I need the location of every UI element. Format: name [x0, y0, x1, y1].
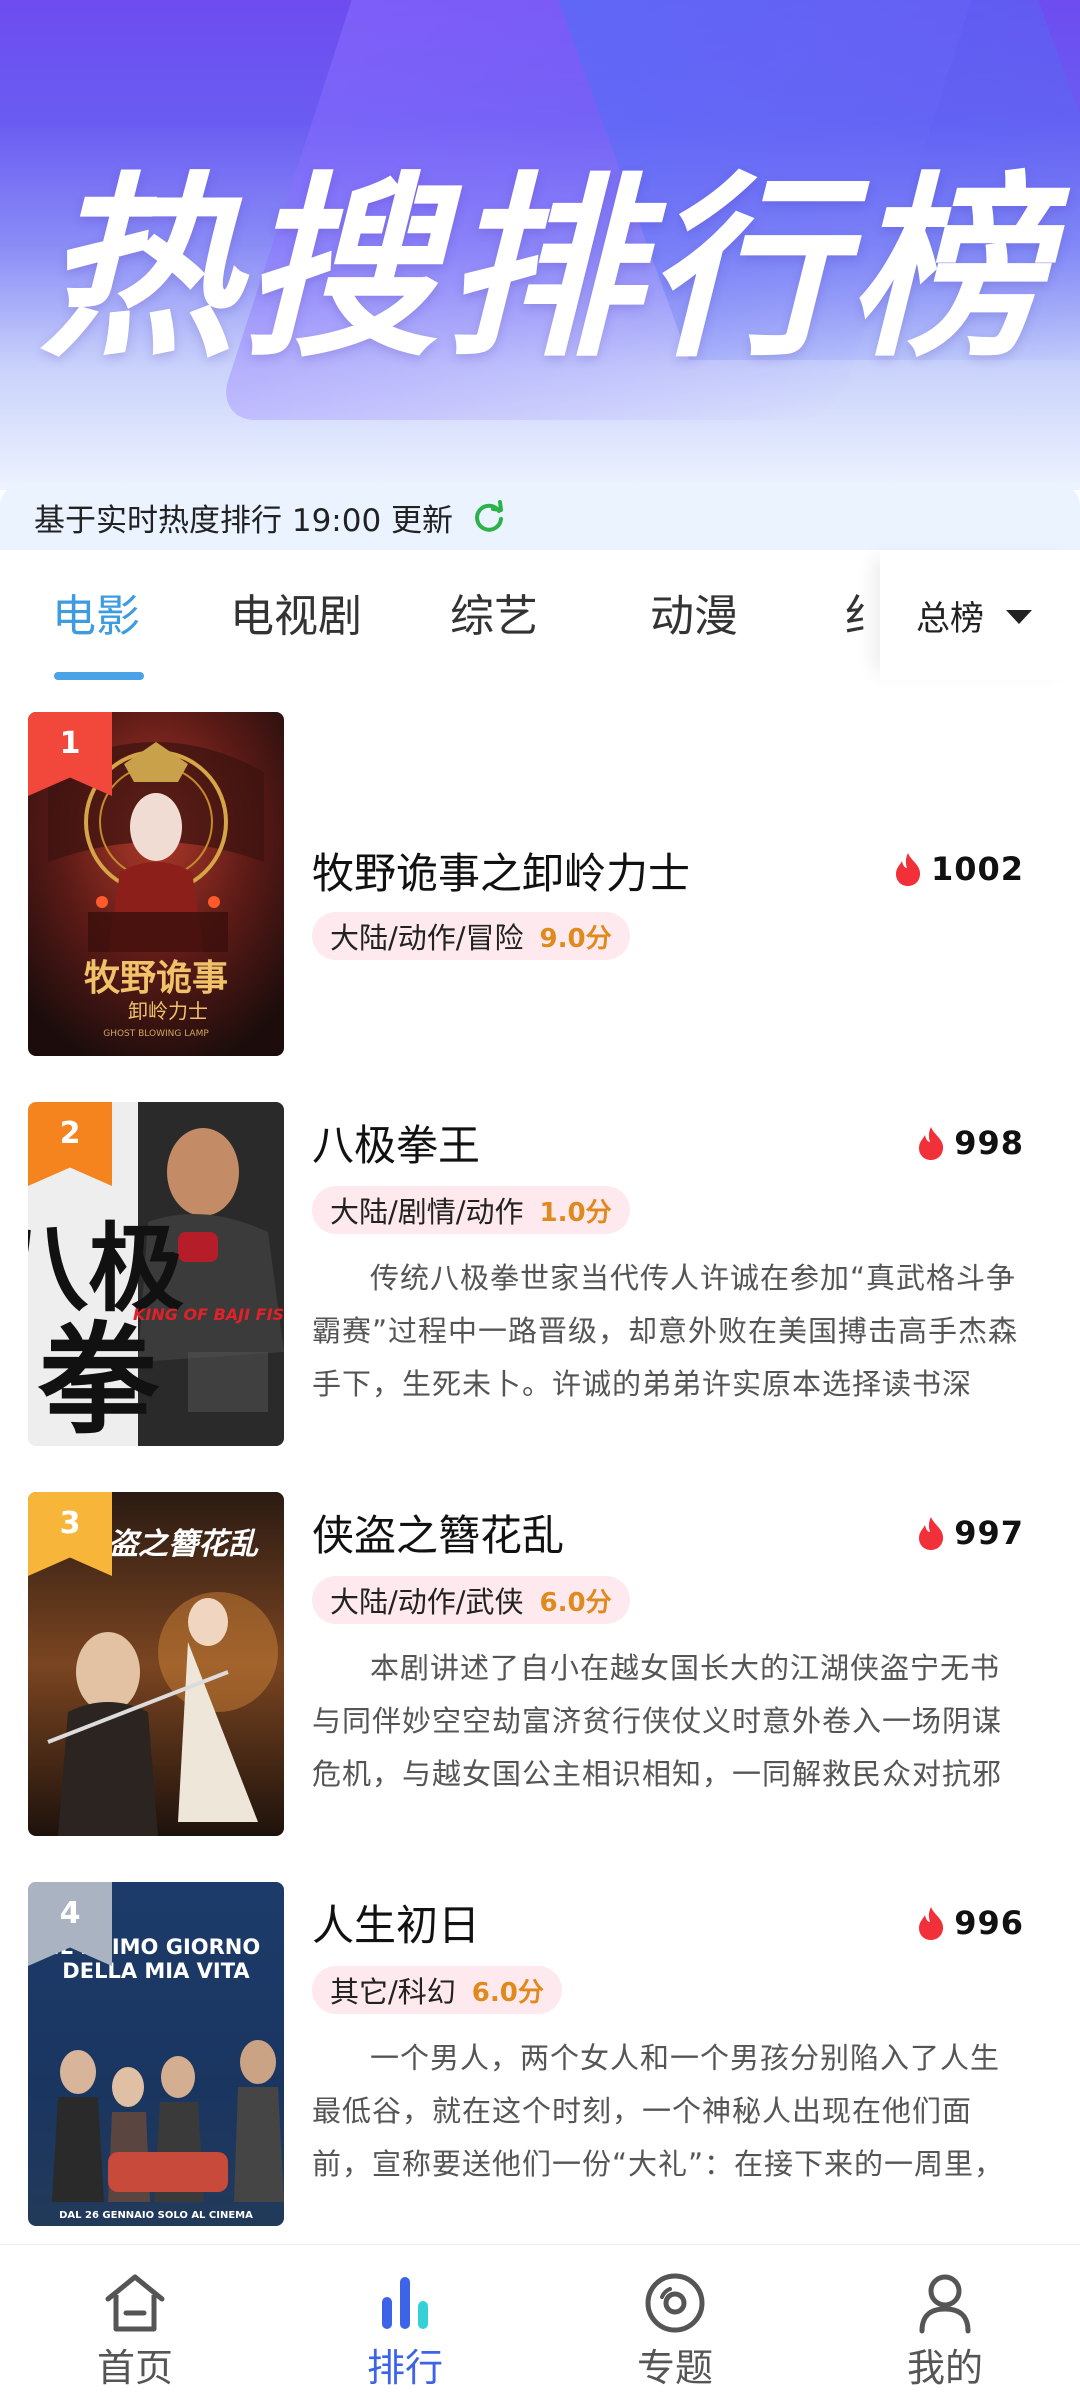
poster-image: IL PRIMO GIORNO DELLA MIA VITA DAL 26 GE…	[28, 1882, 284, 2226]
header-banner: 热搜排行榜	[0, 0, 1080, 490]
item-title[interactable]: 牧野诡事之卸岭力士	[312, 840, 690, 901]
poster-subtitle-text: DELLA MIA VITA	[62, 1959, 250, 1983]
heat-indicator: 1002	[893, 850, 1024, 888]
genre-tag: 其它/科幻 6.0分	[312, 1966, 562, 2014]
genre-text: 大陆/动作/武侠	[330, 1585, 524, 1619]
genre-text: 其它/科幻	[330, 1975, 456, 2009]
poster-caption-text: DAL 26 GENNAIO SOLO AL CINEMA	[59, 2210, 253, 2221]
genre-text: 大陆/剧情/动作	[330, 1195, 524, 1229]
poster-subtitle-text: 拳	[37, 1310, 160, 1446]
rank-chart-icon	[382, 2277, 428, 2329]
tab-overflow-partial[interactable]: 纪	[845, 580, 865, 640]
heat-indicator: 998	[916, 1124, 1024, 1162]
tab-active-indicator	[54, 672, 144, 680]
poster-image: 侠盗之簪花乱 3	[28, 1492, 284, 1836]
flame-icon	[895, 853, 921, 886]
list-item[interactable]: 牧野诡事 卸岭力士 GHOST BLOWING LAMP 1 牧野诡事之卸岭力士…	[0, 700, 1080, 1056]
nav-ranking-label: 排行	[366, 2346, 443, 2390]
item-title[interactable]: 侠盗之簪花乱	[312, 1502, 564, 1563]
nav-profile-label: 我的	[906, 2346, 983, 2390]
nav-ranking[interactable]: 排行	[270, 2245, 540, 2400]
poster-image: 牧野诡事 卸岭力士 GHOST BLOWING LAMP 1	[28, 712, 284, 1056]
item-description: 一个男人，两个女人和一个男孩分别陷入了人生最低谷，就在这个时刻，一个神秘人出现在…	[312, 2041, 1005, 2181]
home-icon	[105, 2274, 165, 2332]
genre-tag: 大陆/动作/武侠 6.0分	[312, 1576, 630, 1624]
list-item[interactable]: IL PRIMO GIORNO DELLA MIA VITA DAL 26 GE…	[0, 1870, 1080, 2226]
nav-home[interactable]: 首页	[0, 2245, 270, 2400]
update-bar: 基于实时热度排行 19:00 更新	[0, 484, 1080, 550]
banner-title: 热搜排行榜	[40, 156, 1051, 384]
nav-profile[interactable]: 我的	[810, 2245, 1080, 2400]
genre-tag: 大陆/动作/冒险 9.0分	[312, 912, 630, 960]
flame-icon	[919, 1907, 944, 1940]
user-icon	[919, 2274, 971, 2334]
genre-tag: 大陆/剧情/动作 1.0分	[312, 1186, 630, 1234]
item-description: 传统八极拳世家当代传人许诚在参加“真武格斗争霸赛”过程中一路晋级，却意外败在美国…	[312, 1261, 1019, 1401]
score-text: 9.0分	[539, 923, 612, 954]
ranking-page: 热搜排行榜 基于实时热度排行 19:00 更新 电影 电视剧 综艺 动漫 纪 总…	[0, 0, 1080, 2400]
flame-icon	[919, 1517, 944, 1550]
category-tabs: 电影 电视剧 综艺 动漫 纪 总榜	[0, 550, 1080, 680]
nav-topics-label: 专题	[636, 2346, 713, 2390]
tab-variety[interactable]: 综艺	[450, 580, 538, 644]
poster-subtitle-text: 卸岭力士	[128, 999, 208, 1023]
item-title[interactable]: 八极拳王	[312, 1112, 480, 1173]
nav-topics[interactable]: 专题	[540, 2245, 810, 2400]
poster-title-text: 牧野诡事	[84, 957, 228, 999]
heat-count: 997	[954, 1514, 1024, 1552]
flame-icon	[919, 1127, 944, 1160]
poster-english-text: KING OF BAJI FIST	[133, 1305, 284, 1324]
total-ranking-dropdown[interactable]: 总榜	[880, 550, 1080, 680]
list-item[interactable]: 八极 拳 KING OF BAJI FIST 2 八极拳王 998 大陆/剧情/…	[0, 1090, 1080, 1446]
score-text: 6.0分	[471, 1977, 544, 2008]
tab-anime[interactable]: 动漫	[650, 580, 738, 644]
tab-movie[interactable]: 电影	[52, 580, 140, 644]
heat-count: 996	[954, 1904, 1024, 1942]
item-description: 本剧讲述了自小在越女国长大的江湖侠盗宁无书与同伴妙空空劫富济贫行侠仗义时意外卷入…	[312, 1651, 1003, 1791]
item-title[interactable]: 人生初日	[312, 1892, 480, 1953]
genre-text: 大陆/动作/冒险	[330, 921, 524, 955]
caret-down-icon	[1006, 610, 1032, 624]
heat-count: 998	[954, 1124, 1024, 1162]
score-text: 1.0分	[539, 1197, 612, 1228]
refresh-icon[interactable]	[471, 499, 507, 535]
score-text: 6.0分	[539, 1587, 612, 1618]
nav-home-label: 首页	[96, 2346, 173, 2390]
list-item[interactable]: 侠盗之簪花乱 3 侠盗之簪花乱 997 大陆/动作/武侠 6.0分 本剧讲述了自…	[0, 1480, 1080, 1836]
update-text: 基于实时热度排行 19:00 更新	[34, 502, 454, 539]
tab-tv-series[interactable]: 电视剧	[230, 580, 362, 644]
poster-english-text: GHOST BLOWING LAMP	[103, 1029, 209, 1039]
heat-count: 1002	[930, 850, 1024, 888]
bottom-navigation: 首页 排行 专题 我的	[0, 2244, 1080, 2400]
heat-indicator: 997	[916, 1514, 1024, 1552]
heat-indicator: 996	[916, 1904, 1024, 1942]
total-ranking-label: 总榜	[916, 598, 984, 639]
poster-image: 八极 拳 KING OF BAJI FIST 2	[28, 1102, 284, 1446]
disc-icon	[645, 2273, 705, 2333]
